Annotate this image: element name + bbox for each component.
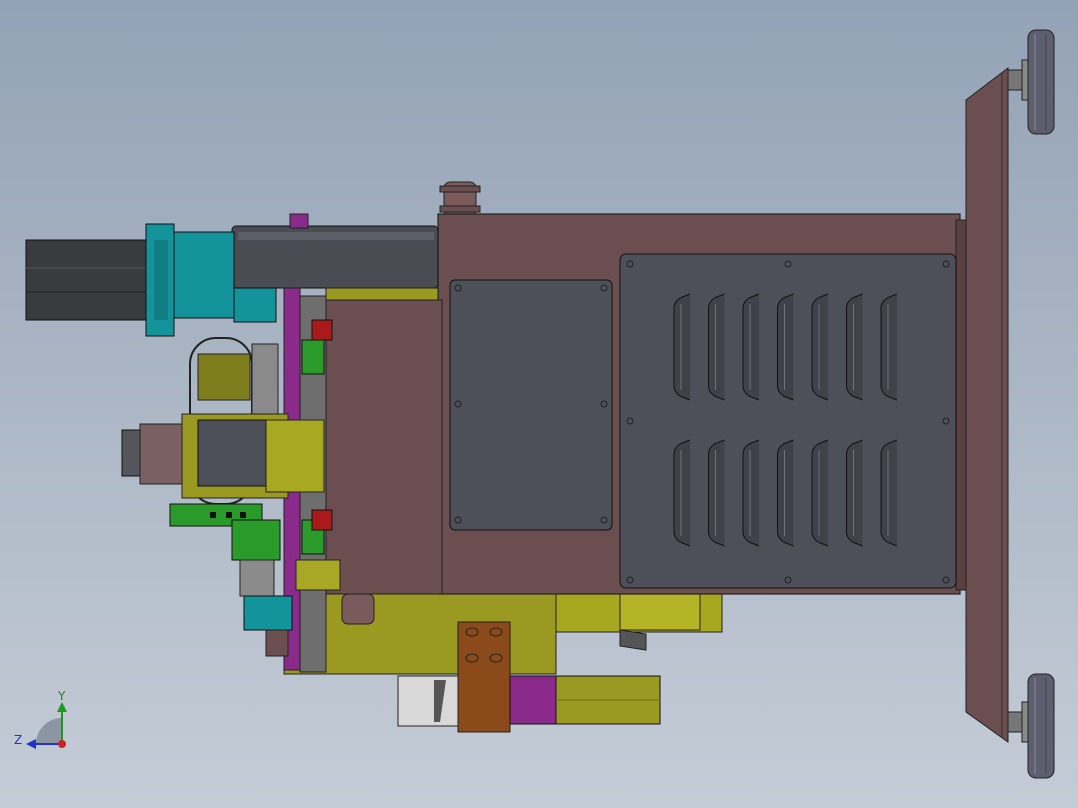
cover-panel-left <box>449 279 613 531</box>
stepper-motor <box>121 413 325 499</box>
mounting-plate <box>965 66 1009 743</box>
triad-y-label: Y <box>57 689 66 703</box>
vent-slot <box>742 293 760 401</box>
vent-slot <box>811 439 829 547</box>
vent-slot <box>708 439 725 547</box>
upper-arm <box>231 213 439 301</box>
lower-knob <box>341 593 375 625</box>
vent-slot <box>673 293 691 401</box>
vent-slot <box>880 293 898 401</box>
vent-slot <box>673 439 691 547</box>
vent-slot <box>777 293 794 401</box>
vent-slot <box>777 439 794 547</box>
wheel-top <box>1007 29 1055 135</box>
vented-panel <box>619 253 957 589</box>
triad-z-label: Z <box>14 733 22 747</box>
lifting-knob <box>439 181 481 217</box>
vent-slot <box>846 293 863 401</box>
vent-slot <box>846 439 863 547</box>
vent-slot <box>708 293 725 401</box>
wheel-bottom <box>1007 673 1055 779</box>
vent-slot <box>811 293 829 401</box>
cad-viewport[interactable]: Y Z <box>0 0 1078 808</box>
vent-slot <box>742 439 760 547</box>
green-bracket <box>169 503 281 561</box>
vent-slot <box>880 439 898 547</box>
coordinate-triad: Y Z <box>14 689 67 749</box>
